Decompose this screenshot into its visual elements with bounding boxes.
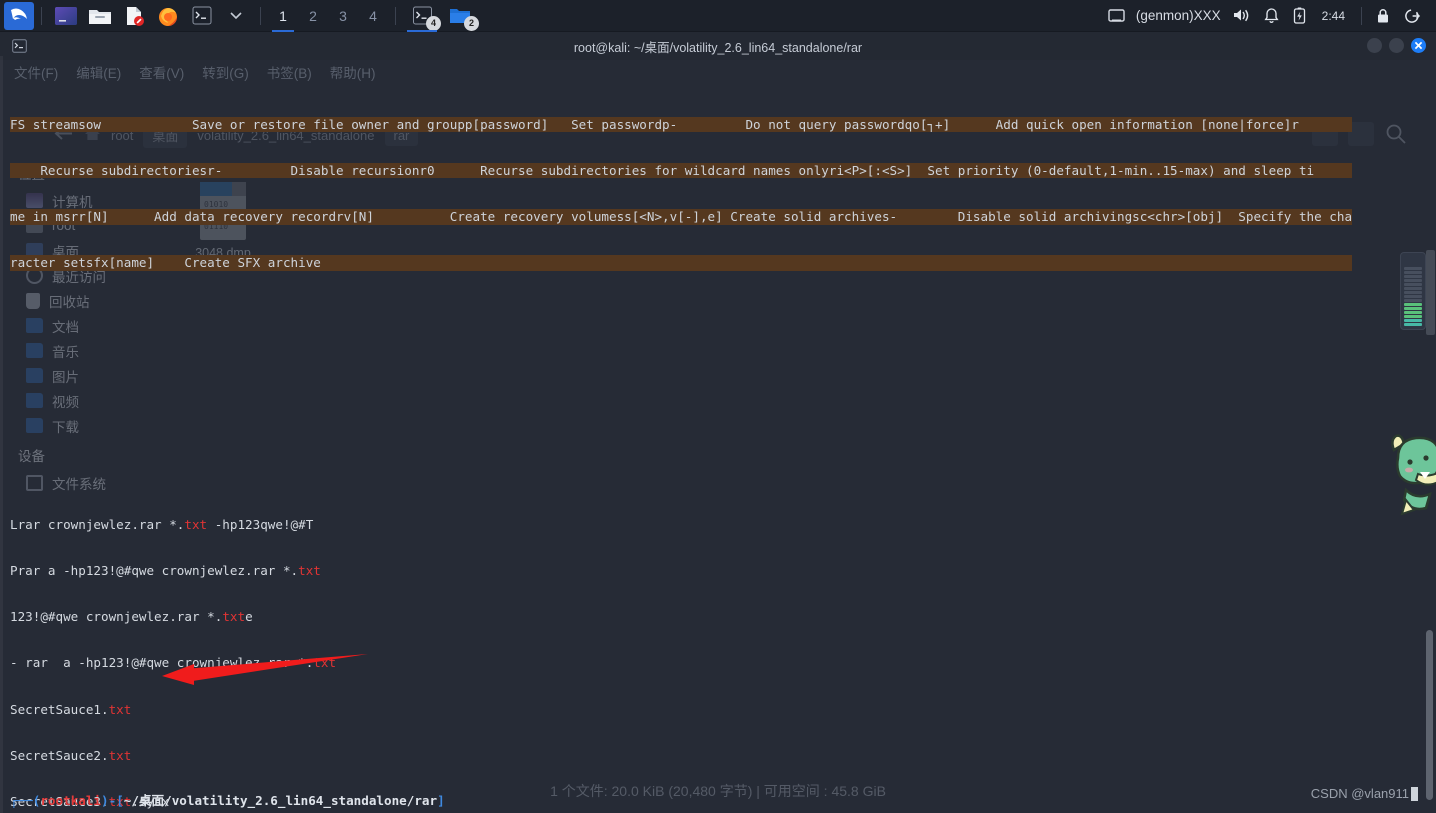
terminal-line: SecretSauce2.txt: [10, 748, 336, 763]
genmon-label: (genmon)XXX: [1136, 8, 1221, 23]
workspace-label: 4: [369, 8, 377, 24]
workspace-3[interactable]: 3: [328, 0, 358, 32]
window-controls: [1367, 38, 1426, 53]
help-line-3: me in msrr[N] Add data recovery recordrv…: [10, 209, 1352, 224]
terminal-emulator-launcher[interactable]: [52, 2, 80, 30]
firefox-launcher[interactable]: [154, 2, 182, 30]
watermark: CSDN @vlan911: [1311, 786, 1418, 801]
line-text: Prar a -hp123!@#qwe crownjewlez.rar *.: [10, 563, 298, 578]
terminal-line: SecretSauce1.txt: [10, 702, 336, 717]
firefox-icon: [157, 5, 179, 27]
terminal-help-output: FS streamsow Save or restore file owner …: [10, 86, 1352, 302]
help-line-2: Recurse subdirectoriesr- Disable recursi…: [10, 163, 1352, 178]
terminal-prompt-icon: [192, 6, 212, 25]
help-line-4: racter setsfx[name] Create SFX archive: [10, 255, 1352, 270]
workspace-2[interactable]: 2: [298, 0, 328, 32]
watermark-text: CSDN @vlan911: [1311, 786, 1409, 801]
display-icon[interactable]: [1108, 9, 1125, 23]
screen: 1 2 3 4 4 2 (genmon)XXX 2:44 root@kali: …: [0, 0, 1436, 813]
line-ext: txt: [222, 609, 245, 624]
terminal-scrollbar-thumb[interactable]: [1426, 630, 1433, 800]
top-panel: 1 2 3 4 4 2 (genmon)XXX 2:44: [0, 0, 1436, 32]
system-monitor-gauge: [1400, 252, 1426, 330]
window-title: root@kali: ~/桌面/volatility_2.6_lin64_sta…: [0, 37, 1436, 56]
workspace-1[interactable]: 1: [268, 0, 298, 32]
workspace-label: 3: [339, 8, 347, 24]
terminal-dropdown-launcher[interactable]: [188, 2, 216, 30]
line-tail: e: [245, 609, 253, 624]
task-badge: 4: [426, 16, 441, 31]
terminal-task[interactable]: 4: [405, 0, 439, 32]
terminal-window[interactable]: FS streamsow Save or restore file owner …: [0, 56, 1436, 813]
terminal-line: Lrar crownjewlez.rar *.txt -hp123qwe!@#T: [10, 517, 336, 532]
line-ext: txt: [298, 563, 321, 578]
task-badge: 2: [464, 16, 479, 31]
battery-icon[interactable]: [1293, 7, 1306, 24]
line-text: 123!@#qwe crownjewlez.rar *.: [10, 609, 222, 624]
line-ext: txt: [184, 517, 207, 532]
panel-separator-3: [395, 7, 396, 25]
panel-separator-4: [1361, 7, 1362, 25]
line-text: Lrar crownjewlez.rar *.: [10, 517, 184, 532]
clock[interactable]: 2:44: [1322, 9, 1345, 23]
line-ext: txt: [109, 748, 132, 763]
workspace-label: 2: [309, 8, 317, 24]
file-manager-task[interactable]: 2: [443, 0, 477, 32]
dino-mascot-icon: [1384, 428, 1436, 526]
panel-launchers: 1 2 3 4 4 2: [0, 0, 479, 32]
kali-menu-button[interactable]: [4, 2, 34, 30]
maximize-button[interactable]: [1389, 38, 1404, 53]
terminal-line: 123!@#qwe crownjewlez.rar *.txte: [10, 609, 336, 624]
terminal-left-edge: [0, 56, 3, 813]
terminal-prompt[interactable]: ┌──(root㈟kali)-[~/桌面/volatility_2.6_lin6…: [10, 762, 466, 813]
workspace-label: 1: [279, 8, 287, 24]
line-ext: txt: [109, 702, 132, 717]
text-editor-launcher[interactable]: [120, 2, 148, 30]
line-tail: -hp123qwe!@#T: [207, 517, 313, 532]
close-button[interactable]: [1411, 38, 1426, 53]
line-text: SecretSauce1.: [10, 702, 109, 717]
speaker-icon[interactable]: [1232, 8, 1250, 23]
file-manager-scrollbar-thumb[interactable]: [1426, 250, 1435, 335]
terminal-icon: [54, 6, 78, 26]
terminal-line: Prar a -hp123!@#qwe crownjewlez.rar *.tx…: [10, 563, 336, 578]
folder-icon: [88, 6, 112, 26]
workspace-4[interactable]: 4: [358, 0, 388, 32]
line-text: SecretSauce2.: [10, 748, 109, 763]
prompt-path-line: ┌──(root㈟kali)-[~/桌面/volatility_2.6_lin6…: [10, 793, 466, 808]
document-blocked-icon: [122, 6, 146, 26]
watermark-cursor: [1411, 787, 1418, 801]
power-logout-icon[interactable]: [1404, 8, 1421, 24]
bell-icon[interactable]: [1264, 8, 1279, 24]
help-line-1: FS streamsow Save or restore file owner …: [10, 117, 1352, 132]
panel-separator-1: [41, 7, 42, 25]
terminal-dropdown-chevron[interactable]: [222, 2, 250, 30]
panel-separator-2: [260, 7, 261, 25]
file-manager-launcher[interactable]: [86, 2, 114, 30]
system-tray: (genmon)XXX 2:44: [1101, 0, 1436, 32]
lock-icon[interactable]: [1376, 8, 1390, 24]
chevron-down-icon: [230, 12, 242, 20]
minimize-button[interactable]: [1367, 38, 1382, 53]
prompt-host: kali: [71, 793, 101, 808]
red-annotation-arrow: [160, 652, 370, 694]
prompt-path: ~/桌面/volatility_2.6_lin64_standalone/rar: [124, 793, 437, 808]
close-icon: [1414, 41, 1423, 50]
prompt-user: root: [40, 793, 70, 808]
kali-dragon-logo-icon: [8, 6, 30, 26]
